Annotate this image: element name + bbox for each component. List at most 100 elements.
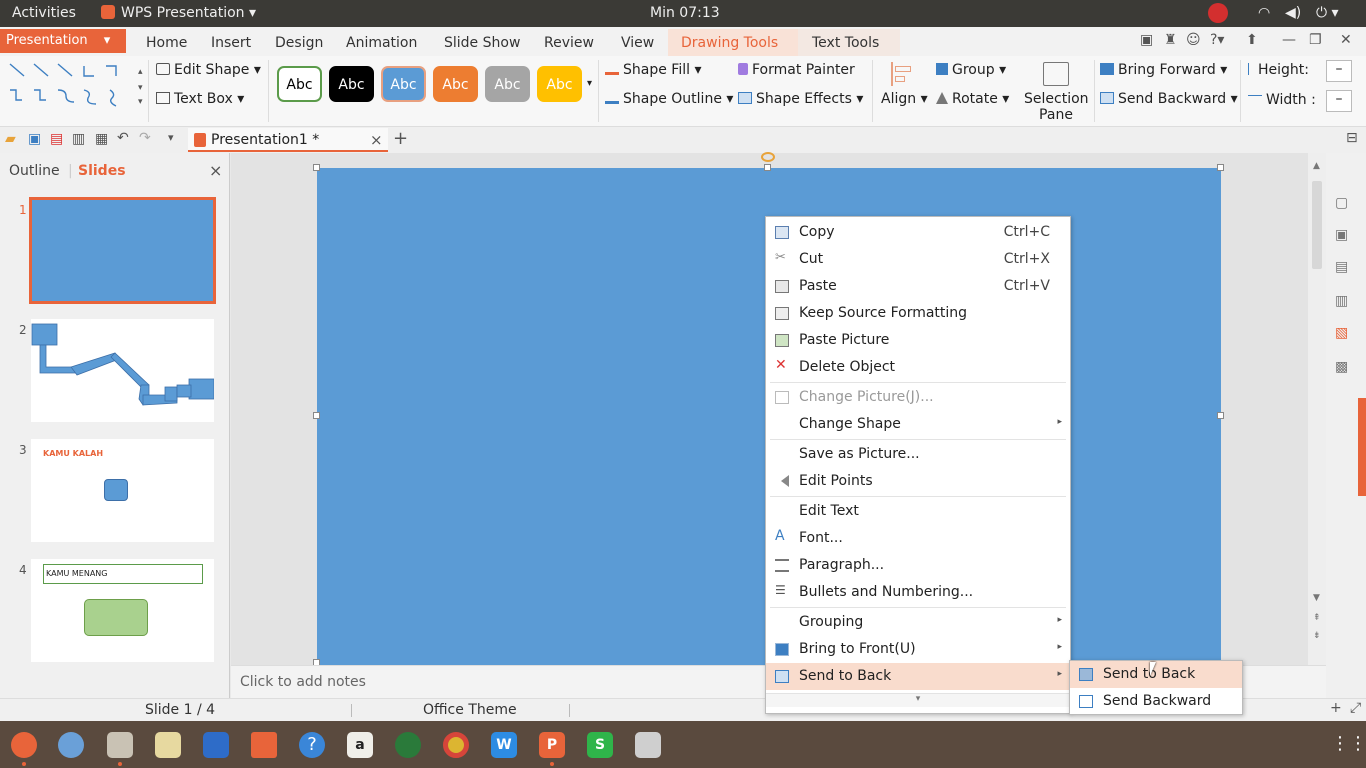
- shape-style-4[interactable]: Abc: [433, 66, 478, 102]
- print-icon[interactable]: ▥: [72, 131, 85, 147]
- property-icon[interactable]: ▤: [1335, 259, 1348, 275]
- print-preview-icon[interactable]: ▦: [95, 131, 108, 147]
- previous-slide-icon[interactable]: ⇞: [1313, 613, 1321, 623]
- redo-icon[interactable]: ↷: [139, 130, 151, 146]
- menu-scroll-down-icon[interactable]: ▾: [766, 693, 1070, 707]
- tab-home[interactable]: Home: [146, 35, 187, 51]
- menu-item-edit-points[interactable]: Edit Points: [766, 468, 1070, 495]
- activities-button[interactable]: Activities: [12, 5, 76, 21]
- app-menu[interactable]: WPS Presentation ▾: [101, 5, 256, 21]
- shape-fill-button[interactable]: Shape Fill ▾: [605, 62, 701, 78]
- menu-item-paste[interactable]: Paste Ctrl+V: [766, 273, 1070, 300]
- software-center-icon[interactable]: [251, 732, 277, 758]
- presentation-app-button[interactable]: Presentation ▾: [0, 29, 126, 53]
- custom-animation-icon[interactable]: ▥: [1335, 293, 1348, 309]
- skin-icon[interactable]: ▣: [1140, 32, 1153, 48]
- menu-item-change-picture[interactable]: Change Picture(J)...: [766, 384, 1070, 411]
- menu-item-paste-picture[interactable]: Paste Picture: [766, 327, 1070, 354]
- resize-handle[interactable]: [1217, 164, 1224, 171]
- rotate-button[interactable]: Rotate ▾: [936, 91, 1009, 107]
- height-decrement-button[interactable]: –: [1326, 60, 1352, 82]
- slide-thumbnail-1[interactable]: [29, 197, 216, 304]
- tab-view[interactable]: View: [621, 35, 654, 51]
- wps-spreadsheets-icon[interactable]: S: [587, 732, 613, 758]
- libreoffice-writer-icon[interactable]: [203, 732, 229, 758]
- notification-icon[interactable]: [1208, 3, 1228, 23]
- vertical-scrollbar[interactable]: ▲ ▼ ⇞ ⇟: [1308, 153, 1326, 665]
- resize-handle[interactable]: [1217, 412, 1224, 419]
- menu-item-change-shape[interactable]: Change Shape ▸: [766, 411, 1070, 438]
- maximize-icon[interactable]: ❐: [1309, 32, 1322, 48]
- slide-thumbnail-4[interactable]: KAMU MENANG: [31, 559, 214, 662]
- tab-insert[interactable]: Insert: [211, 35, 251, 51]
- menu-item-save-as-picture[interactable]: Save as Picture...: [766, 441, 1070, 468]
- slide-transition-icon[interactable]: ▧: [1335, 325, 1348, 341]
- show-applications-icon[interactable]: ⋮⋮: [1331, 733, 1366, 754]
- document-tab[interactable]: Presentation1 * ×: [188, 128, 388, 152]
- backup-icon[interactable]: ▩: [1335, 359, 1348, 375]
- menu-item-cut[interactable]: ✂ Cut Ctrl+X: [766, 246, 1070, 273]
- menu-item-bring-to-front[interactable]: Bring to Front(U) ▸: [766, 636, 1070, 663]
- rotate-handle[interactable]: [761, 152, 775, 162]
- clock[interactable]: Min 07:13: [650, 5, 720, 21]
- expand-panel-tab[interactable]: [1358, 398, 1366, 496]
- power-icon[interactable]: ⏻ ▾: [1316, 5, 1339, 21]
- send-backward-button[interactable]: Send Backward ▾: [1100, 91, 1238, 107]
- styles-more-icon[interactable]: ▾: [587, 78, 592, 89]
- volume-icon[interactable]: ◀): [1285, 5, 1301, 21]
- rhythmbox-icon[interactable]: [155, 732, 181, 758]
- shape-style-6[interactable]: Abc: [537, 66, 582, 102]
- resize-handle[interactable]: [764, 164, 771, 171]
- tab-outline[interactable]: Outline: [9, 163, 60, 179]
- slide-thumbnail-2[interactable]: [31, 319, 215, 422]
- edit-shape-button[interactable]: Edit Shape ▾: [156, 62, 261, 78]
- shape-effects-button[interactable]: Shape Effects ▾: [738, 91, 863, 107]
- amazon-icon[interactable]: a: [347, 732, 373, 758]
- panel-options-icon[interactable]: ⊟: [1346, 130, 1358, 146]
- fit-window-icon[interactable]: ⤢: [1350, 700, 1361, 716]
- collapse-ribbon-icon[interactable]: ⬆: [1246, 32, 1258, 48]
- zoom-in-icon[interactable]: +: [1330, 700, 1342, 716]
- tab-slides[interactable]: Slides: [78, 163, 126, 179]
- resize-handle[interactable]: [313, 164, 320, 171]
- format-painter-button[interactable]: Format Painter: [738, 62, 855, 78]
- selection-pane-button[interactable]: Selection Pane: [1024, 91, 1089, 123]
- undo-icon[interactable]: ↶: [117, 130, 129, 146]
- feedback-icon[interactable]: ☺: [1186, 32, 1201, 48]
- menu-item-delete-object[interactable]: ✕ Delete Object: [766, 354, 1070, 381]
- align-button[interactable]: Align ▾: [881, 91, 928, 107]
- help-icon[interactable]: ?▾: [1210, 32, 1224, 48]
- tab-design[interactable]: Design: [275, 35, 323, 51]
- menu-item-keep-source-formatting[interactable]: Keep Source Formatting: [766, 300, 1070, 327]
- shape-style-3[interactable]: Abc: [381, 66, 426, 102]
- shape-gallery[interactable]: ▴ ▾ ▾: [6, 60, 146, 108]
- menu-item-send-to-back[interactable]: Send to Back ▸: [766, 663, 1070, 690]
- shape-style-1[interactable]: Abc: [277, 66, 322, 102]
- resize-handle[interactable]: [313, 412, 320, 419]
- wps-writer-icon[interactable]: W: [491, 732, 517, 758]
- theme-name[interactable]: Office Theme: [423, 702, 517, 718]
- text-box-button[interactable]: Text Box ▾: [156, 91, 244, 107]
- shape-style-5[interactable]: Abc: [485, 66, 530, 102]
- new-tab-button[interactable]: +: [393, 128, 408, 149]
- new-slide-icon[interactable]: ▢: [1335, 195, 1348, 211]
- close-document-icon[interactable]: ×: [370, 131, 383, 149]
- tab-animation[interactable]: Animation: [346, 35, 417, 51]
- open-icon[interactable]: ▰: [5, 131, 16, 147]
- menu-item-paragraph[interactable]: Paragraph...: [766, 552, 1070, 579]
- chrome-icon[interactable]: [443, 732, 469, 758]
- close-panel-icon[interactable]: ×: [209, 161, 222, 180]
- submenu-item-send-to-back[interactable]: Send to Back: [1070, 661, 1242, 688]
- scrollbar-thumb[interactable]: [1312, 181, 1322, 269]
- shape-style-2[interactable]: Abc: [329, 66, 374, 102]
- tab-text-tools[interactable]: Text Tools: [798, 29, 900, 56]
- tab-slide-show[interactable]: Slide Show: [444, 35, 520, 51]
- export-pdf-icon[interactable]: ▤: [50, 131, 63, 147]
- thunderbird-icon[interactable]: [58, 732, 84, 758]
- minimize-icon[interactable]: —: [1282, 32, 1296, 48]
- wps-presentation-icon[interactable]: P: [539, 732, 565, 758]
- shirt-icon[interactable]: ♜: [1164, 32, 1177, 48]
- menu-item-grouping[interactable]: Grouping ▸: [766, 609, 1070, 636]
- menu-item-edit-text[interactable]: Edit Text: [766, 498, 1070, 525]
- files-icon[interactable]: [107, 732, 133, 758]
